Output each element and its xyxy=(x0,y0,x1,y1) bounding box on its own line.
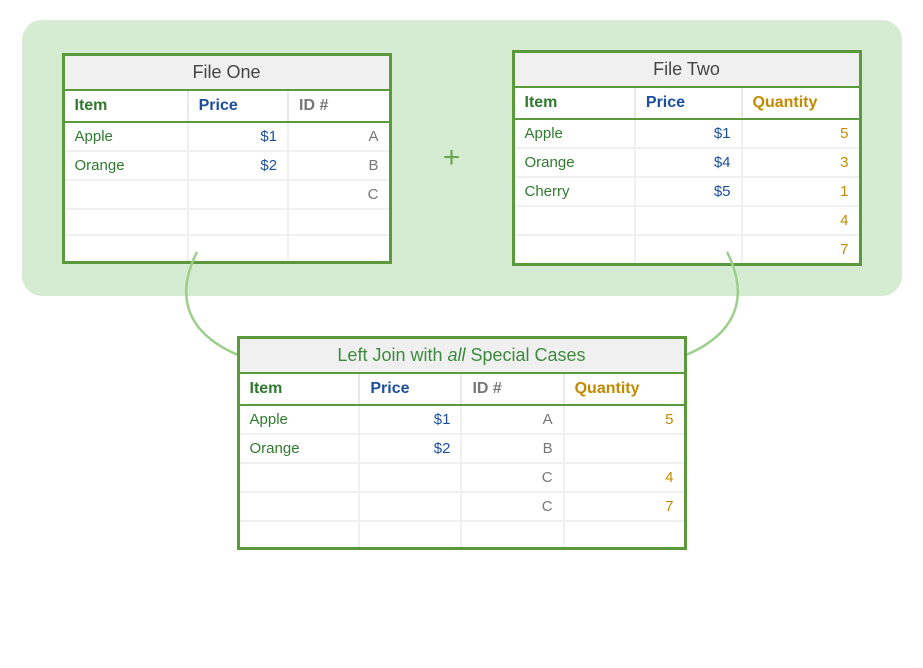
cell-item: Cherry xyxy=(515,177,635,206)
table-row xyxy=(240,521,684,547)
cell-item xyxy=(65,180,188,209)
table-row: Apple $1 A xyxy=(65,122,389,151)
cell-price xyxy=(188,235,288,261)
cell-id: A xyxy=(461,405,563,434)
file-one-title: File One xyxy=(65,56,389,91)
cell-item xyxy=(240,521,360,547)
diagram-container: File One Item Price ID # Apple $1 A xyxy=(22,20,902,550)
cell-item: Orange xyxy=(240,434,360,463)
cell-price xyxy=(635,235,742,263)
col-header-price: Price xyxy=(188,91,288,122)
col-header-item: Item xyxy=(65,91,188,122)
cell-price xyxy=(188,180,288,209)
cell-item: Apple xyxy=(65,122,188,151)
cell-qty xyxy=(564,434,684,463)
cell-item xyxy=(65,209,188,235)
cell-qty: 5 xyxy=(564,405,684,434)
table-row: Cherry $5 1 xyxy=(515,177,859,206)
cell-price xyxy=(188,209,288,235)
cell-item: Orange xyxy=(515,148,635,177)
cell-price: $1 xyxy=(188,122,288,151)
table-row xyxy=(65,209,389,235)
cell-price xyxy=(359,463,461,492)
cell-id xyxy=(461,521,563,547)
cell-price xyxy=(635,206,742,235)
table-row: Apple $1 5 xyxy=(515,119,859,148)
cell-price xyxy=(359,521,461,547)
cell-id: A xyxy=(288,122,388,151)
cell-id: B xyxy=(288,151,388,180)
cell-item xyxy=(240,492,360,521)
cell-id: B xyxy=(461,434,563,463)
cell-price: $4 xyxy=(635,148,742,177)
plus-icon: + xyxy=(433,141,471,175)
table-row: C 7 xyxy=(240,492,684,521)
table-row xyxy=(65,235,389,261)
result-area: Left Join with all Special Cases Item Pr… xyxy=(22,336,902,550)
col-header-item: Item xyxy=(240,374,360,405)
result-grid: Item Price ID # Quantity Apple $1 A 5 Or… xyxy=(240,374,684,547)
cell-id: C xyxy=(288,180,388,209)
cell-item xyxy=(515,235,635,263)
source-tables-panel: File One Item Price ID # Apple $1 A xyxy=(22,20,902,296)
result-table: Left Join with all Special Cases Item Pr… xyxy=(237,336,687,550)
col-header-item: Item xyxy=(515,88,635,119)
cell-id: C xyxy=(461,492,563,521)
file-one-table: File One Item Price ID # Apple $1 A xyxy=(62,53,392,264)
col-header-price: Price xyxy=(359,374,461,405)
cell-item: Orange xyxy=(65,151,188,180)
result-title: Left Join with all Special Cases xyxy=(240,339,684,374)
cell-price: $2 xyxy=(359,434,461,463)
cell-qty: 3 xyxy=(742,148,859,177)
table-row: 7 xyxy=(515,235,859,263)
cell-qty: 7 xyxy=(564,492,684,521)
file-one-grid: Item Price ID # Apple $1 A Orange $2 B xyxy=(65,91,389,261)
file-two-title: File Two xyxy=(515,53,859,88)
col-header-quantity: Quantity xyxy=(742,88,859,119)
cell-price: $2 xyxy=(188,151,288,180)
table-row: Orange $2 B xyxy=(65,151,389,180)
table-row: Apple $1 A 5 xyxy=(240,405,684,434)
cell-item xyxy=(240,463,360,492)
cell-price xyxy=(359,492,461,521)
title-text-pre: Left Join with xyxy=(337,345,447,365)
title-text-post: Special Cases xyxy=(466,345,586,365)
file-two-grid: Item Price Quantity Apple $1 5 Orange $4… xyxy=(515,88,859,263)
cell-qty: 4 xyxy=(564,463,684,492)
col-header-price: Price xyxy=(635,88,742,119)
table-row: 4 xyxy=(515,206,859,235)
cell-item: Apple xyxy=(515,119,635,148)
cell-qty: 7 xyxy=(742,235,859,263)
cell-price: $1 xyxy=(359,405,461,434)
cell-price: $5 xyxy=(635,177,742,206)
file-two-table: File Two Item Price Quantity Apple $1 5 xyxy=(512,50,862,266)
table-row: C xyxy=(65,180,389,209)
cell-id: C xyxy=(461,463,563,492)
col-header-quantity: Quantity xyxy=(564,374,684,405)
cell-price: $1 xyxy=(635,119,742,148)
cell-qty: 1 xyxy=(742,177,859,206)
title-text-em: all xyxy=(447,345,465,365)
cell-item xyxy=(65,235,188,261)
table-row: Orange $2 B xyxy=(240,434,684,463)
table-row: C 4 xyxy=(240,463,684,492)
cell-item: Apple xyxy=(240,405,360,434)
col-header-id: ID # xyxy=(461,374,563,405)
cell-id xyxy=(288,235,388,261)
col-header-id: ID # xyxy=(288,91,388,122)
table-row: Orange $4 3 xyxy=(515,148,859,177)
cell-item xyxy=(515,206,635,235)
cell-id xyxy=(288,209,388,235)
cell-qty xyxy=(564,521,684,547)
cell-qty: 4 xyxy=(742,206,859,235)
cell-qty: 5 xyxy=(742,119,859,148)
